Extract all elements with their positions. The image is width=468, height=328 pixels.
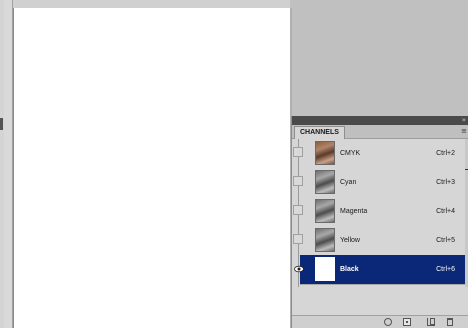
canvas-top-edge bbox=[13, 0, 290, 8]
channel-name: Black bbox=[340, 266, 359, 273]
channel-thumbnail bbox=[315, 170, 335, 194]
channel-row-black[interactable]: Black Ctrl+6 bbox=[294, 255, 465, 285]
channel-row-yellow[interactable]: Yellow Ctrl+5 bbox=[293, 226, 465, 256]
channel-name: Magenta bbox=[340, 208, 368, 215]
collapse-panel-icon[interactable]: » bbox=[462, 116, 466, 125]
save-selection-icon[interactable] bbox=[403, 318, 411, 326]
new-channel-icon[interactable] bbox=[427, 318, 435, 326]
panel-tab-row: CHANNELS ≡ bbox=[292, 125, 468, 139]
channel-thumbnail bbox=[315, 199, 335, 223]
channel-name: Yellow bbox=[340, 237, 360, 244]
delete-channel-icon[interactable] bbox=[447, 318, 453, 326]
visibility-toggle-icon[interactable] bbox=[293, 234, 303, 244]
panel-header[interactable]: » bbox=[292, 116, 468, 125]
load-selection-icon[interactable] bbox=[384, 318, 392, 326]
channel-shortcut: Ctrl+3 bbox=[436, 179, 455, 186]
channel-shortcut: Ctrl+2 bbox=[436, 150, 455, 157]
channel-row-magenta[interactable]: Magenta Ctrl+4 bbox=[293, 197, 465, 227]
eye-icon[interactable] bbox=[294, 265, 304, 273]
channel-thumbnail bbox=[315, 228, 335, 252]
channel-list: CMYK Ctrl+2 Cyan Ctrl+3 Magenta Ctrl+4 Y… bbox=[293, 139, 465, 287]
visibility-toggle-icon[interactable] bbox=[293, 176, 303, 186]
channel-row-cyan[interactable]: Cyan Ctrl+3 bbox=[293, 168, 465, 198]
channel-name: Cyan bbox=[340, 179, 357, 186]
tab-channels[interactable]: CHANNELS bbox=[294, 126, 345, 139]
toolbar-marker bbox=[0, 118, 3, 130]
visibility-toggle-icon[interactable] bbox=[293, 205, 303, 215]
document-canvas[interactable] bbox=[13, 8, 291, 328]
channel-shortcut: Ctrl+4 bbox=[436, 208, 455, 215]
channel-row-cmyk[interactable]: CMYK Ctrl+2 bbox=[293, 139, 465, 169]
panel-footer bbox=[292, 315, 468, 328]
document-frame bbox=[4, 0, 13, 328]
channel-thumbnail bbox=[315, 141, 335, 165]
channel-name: CMYK bbox=[340, 150, 361, 157]
channels-panel: » CHANNELS ≡ CMYK Ctrl+2 Cyan Ctrl+3 Mag… bbox=[291, 116, 468, 328]
channel-shortcut: Ctrl+6 bbox=[436, 266, 455, 273]
channel-shortcut: Ctrl+5 bbox=[436, 237, 455, 244]
panel-menu-icon[interactable]: ≡ bbox=[461, 128, 467, 135]
visibility-toggle-icon[interactable] bbox=[293, 147, 303, 157]
channel-thumbnail bbox=[315, 257, 335, 281]
